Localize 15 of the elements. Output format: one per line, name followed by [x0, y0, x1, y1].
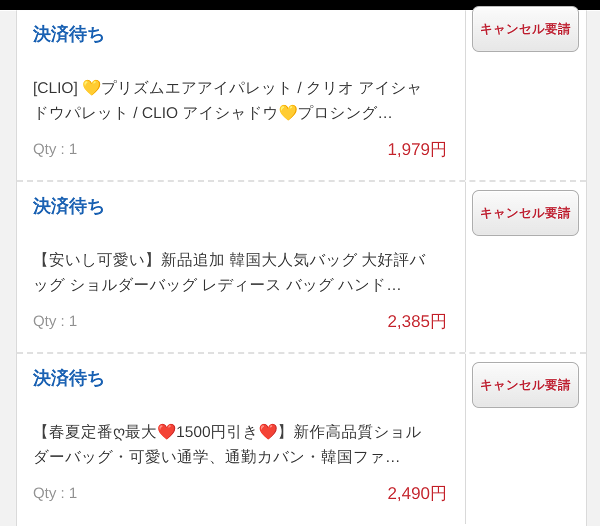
quantity: Qty : 1: [33, 141, 78, 158]
cancel-request-button[interactable]: キャンセル要請: [472, 190, 579, 236]
quantity: Qty : 1: [33, 313, 78, 330]
product-title[interactable]: [CLIO] 💛プリズムエアアイパレット / クリオ アイシャドウパレット / CLIO アイシャドウ💛プロシング…: [33, 76, 447, 126]
price: 1,979円: [387, 139, 447, 161]
quantity: Qty : 1: [33, 485, 78, 502]
product-title[interactable]: 【安いし可愛い】新品追加 韓国大人気バッグ 大好評バッグ ショルダーバッグ レディース バッグ ハンド…: [33, 248, 447, 298]
price: 2,490円: [387, 483, 447, 505]
cancel-request-button[interactable]: キャンセル要請: [472, 6, 579, 52]
order-status: 決済待ち: [33, 367, 106, 390]
product-title[interactable]: 【春夏定番ღ最大❤1500円引き❤】新作高品質ショルダーバッグ・可愛い通学、通勤カバン・韓国ファ…: [33, 420, 447, 470]
cancel-request-button[interactable]: キャンセル要請: [472, 362, 579, 408]
order-status: 決済待ち: [33, 195, 106, 218]
price: 2,385円: [387, 311, 447, 333]
order-status: 決済待ち: [33, 23, 106, 46]
